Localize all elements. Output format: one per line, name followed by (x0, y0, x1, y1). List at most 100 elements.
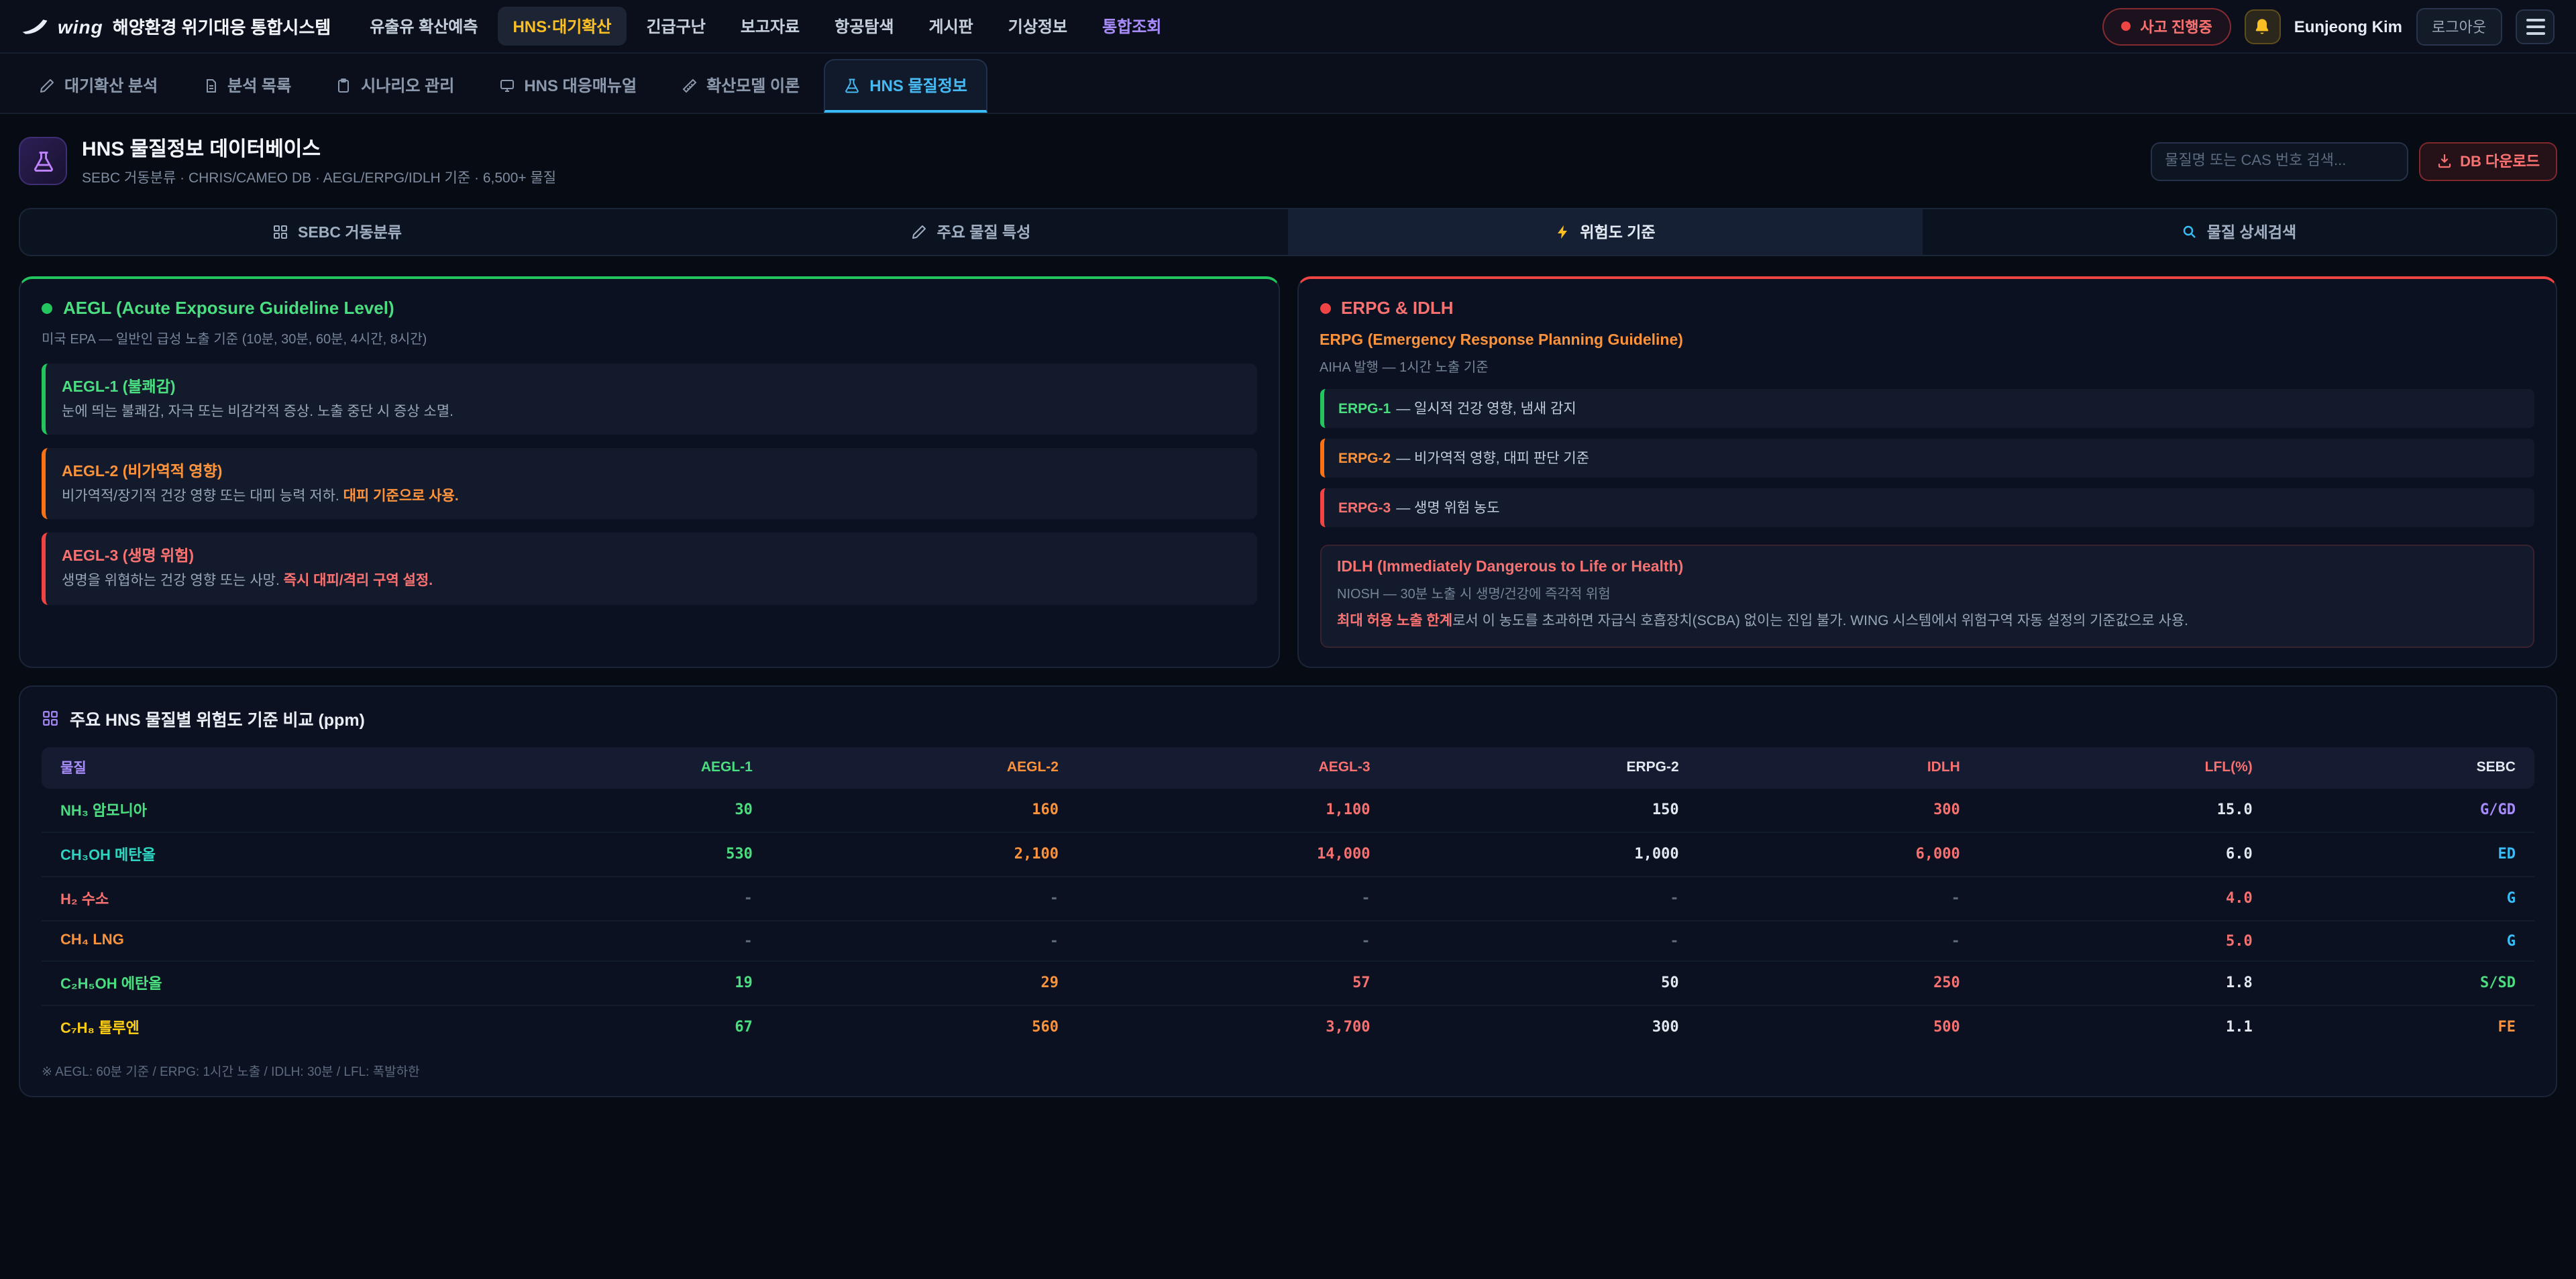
tab-risk-criteria[interactable]: 위험도 기준 (1288, 209, 1922, 255)
substance-name: H₂ 수소 (60, 892, 109, 908)
erpg-idlh-panel: ERPG & IDLH ERPG (Emergency Response Pla… (1297, 276, 2557, 668)
subtab-label: HNS 물질정보 (869, 74, 967, 97)
table-row[interactable]: CH₃OH 메탄올 530 2,100 14,000 1,000 6,000 6… (42, 832, 2534, 877)
subtab-hns-manual[interactable]: HNS 대응매뉴얼 (478, 59, 657, 113)
db-download-button[interactable]: DB 다운로드 (2418, 142, 2557, 180)
hamburger-menu-button[interactable] (2516, 9, 2555, 44)
aegl3-value: 1,100 (1326, 801, 1370, 819)
idlh-value: 6,000 (1916, 846, 1960, 863)
page-title: HNS 물질정보 데이터베이스 (82, 134, 556, 162)
top-navbar: wing 해양환경 위기대응 통합시스템 유출유 확산예측 HNS·대기확산 긴… (0, 0, 2576, 54)
aegl3-cell: - (1077, 877, 1389, 921)
table-footnote: ※ AEGL: 60분 기준 / ERPG: 1시간 노출 / IDLH: 30… (42, 1061, 2534, 1080)
aegl-level-3-card: AEGL-3 (생명 위험) 생명을 위협하는 건강 영향 또는 사망. 즉시 … (42, 533, 1256, 604)
substance-search-input[interactable] (2150, 142, 2408, 180)
nav-item-integrated-search[interactable]: 통합조회 (1087, 7, 1176, 46)
clipboard-icon (335, 77, 352, 93)
db-download-label: DB 다운로드 (2460, 150, 2540, 172)
aegl-panel-header: AEGL (Acute Exposure Guideline Level) (42, 298, 1256, 318)
erpg2-cell: 1,000 (1389, 832, 1698, 877)
lfl-cell: 4.0 (1979, 877, 2271, 921)
table-title: 주요 HNS 물질별 위험도 기준 비교 (ppm) (70, 706, 365, 731)
page-header-text: HNS 물질정보 데이터베이스 SEBC 거동분류 · CHRIS/CAMEO … (82, 134, 556, 188)
table-row[interactable]: C₂H₅OH 에탄올 19 29 57 50 250 1.8 S/SD (42, 961, 2534, 1005)
nav-item-weather[interactable]: 기상정보 (994, 7, 1082, 46)
tab-label: SEBC 거동분류 (298, 221, 402, 243)
sebc-class: G/GD (2480, 801, 2516, 819)
tab-substance-detail-search[interactable]: 물질 상세검색 (1922, 209, 2556, 255)
aegl3-cell: 14,000 (1077, 832, 1389, 877)
tab-sebc-classification[interactable]: SEBC 거동분류 (20, 209, 654, 255)
incident-status-badge[interactable]: 사고 진행중 (2102, 7, 2231, 45)
substance-cell: CH₄ LNG (42, 921, 466, 961)
table-row[interactable]: C₇H₈ 톨루엔 67 560 3,700 300 500 1.1 FE (42, 1005, 2534, 1049)
search-icon (2182, 224, 2198, 240)
aegl-panel-title: AEGL (Acute Exposure Guideline Level) (63, 298, 394, 318)
aegl-level-name: AEGL-3 (생명 위험) (62, 545, 1240, 567)
table-row[interactable]: H₂ 수소 - - - - - 4.0 G (42, 877, 2534, 921)
lfl-value: 1.8 (2226, 975, 2253, 992)
aegl2-value: 29 (1040, 975, 1059, 992)
aegl3-cell: 57 (1077, 961, 1389, 1005)
sebc-cell: FE (2271, 1005, 2534, 1049)
nav-item-reports[interactable]: 보고자료 (726, 7, 814, 46)
substance-cell: CH₃OH 메탄올 (42, 832, 466, 877)
logo-text: wing (58, 15, 103, 37)
aegl-level-desc: 눈에 띄는 불쾌감, 자극 또는 비감각적 증상. 노출 중단 시 증상 소멸. (62, 402, 1240, 423)
col-header-sebc: SEBC (2477, 760, 2516, 776)
table-row[interactable]: NH₃ 암모니아 30 160 1,100 150 300 15.0 G/GD (42, 789, 2534, 832)
substance-cell: NH₃ 암모니아 (42, 789, 466, 832)
flask-icon (844, 77, 860, 93)
col-header-aegl2: AEGL-2 (1007, 760, 1059, 776)
logout-button[interactable]: 로그아웃 (2416, 7, 2502, 45)
lfl-cell: 6.0 (1979, 832, 2271, 877)
subtab-dispersion-model-theory[interactable]: 확산모델 이론 (661, 59, 820, 113)
aegl1-value: - (744, 890, 753, 907)
subtab-scenario-management[interactable]: 시나리오 관리 (315, 59, 474, 113)
col-header-aegl3: AEGL-3 (1319, 760, 1371, 776)
bell-icon (2253, 17, 2272, 36)
aegl3-cell: - (1077, 921, 1389, 961)
erpg2-cell: - (1389, 921, 1698, 961)
idlh-cell: - (1698, 921, 1979, 961)
tab-substance-properties[interactable]: 주요 물질 특성 (654, 209, 1288, 255)
aegl2-value: 160 (1032, 801, 1059, 819)
erpg-panel-header: ERPG & IDLH (1320, 298, 2534, 318)
subtab-hns-substance-info[interactable]: HNS 물질정보 (824, 59, 987, 113)
download-icon (2436, 153, 2452, 169)
col-header-substance: 물질 (60, 761, 87, 777)
table-row[interactable]: CH₄ LNG - - - - - 5.0 G (42, 921, 2534, 961)
notification-bell-button[interactable] (2245, 9, 2281, 44)
aegl-level-1-card: AEGL-1 (불쾌감) 눈에 띄는 불쾌감, 자극 또는 비감각적 증상. 노… (42, 364, 1256, 435)
subtab-analysis-list[interactable]: 분석 목록 (182, 59, 311, 113)
nav-item-aerial-search[interactable]: 항공탐색 (820, 7, 908, 46)
subtab-dispersion-analysis[interactable]: 대기확산 분석 (19, 59, 178, 113)
aegl-panel: AEGL (Acute Exposure Guideline Level) 미국… (19, 276, 1279, 668)
nav-item-board[interactable]: 게시판 (914, 7, 988, 46)
erpg2-value: 150 (1652, 801, 1679, 819)
sebc-class: G (2507, 890, 2516, 907)
nav-item-rescue[interactable]: 긴급구난 (631, 7, 720, 46)
substance-cell: C₇H₈ 톨루엔 (42, 1005, 466, 1049)
idlh-value: - (1951, 890, 1960, 907)
aegl-level-desc: 생명을 위협하는 건강 영향 또는 사망. 즉시 대피/격리 구역 설정. (62, 572, 1240, 592)
sebc-class: S/SD (2480, 975, 2516, 992)
erpg-panel-title: ERPG & IDLH (1341, 298, 1454, 318)
erpg2-cell: - (1389, 877, 1698, 921)
user-name: Eunjeong Kim (2294, 17, 2402, 36)
substance-name: CH₃OH 메탄올 (60, 848, 156, 864)
subtab-label: 확산모델 이론 (706, 74, 800, 97)
aegl1-cell: - (466, 877, 771, 921)
brand[interactable]: wing 해양환경 위기대응 통합시스템 (21, 13, 331, 39)
hns-table-body: NH₃ 암모니아 30 160 1,100 150 300 15.0 G/GD … (42, 789, 2534, 1049)
substance-name: C₇H₈ 톨루엔 (60, 1021, 140, 1037)
substance-name: C₂H₅OH 에탄올 (60, 977, 162, 993)
subtab-label: 분석 목록 (227, 74, 291, 97)
erpg-level-3-row: ERPG-3— 생명 위험 농도 (1320, 488, 2534, 527)
nav-item-hns-dispersion[interactable]: HNS·대기확산 (498, 7, 626, 46)
monitor-icon (498, 77, 515, 93)
incident-dot-icon (2121, 21, 2131, 31)
aegl1-cell: 530 (466, 832, 771, 877)
nav-item-oil-spill[interactable]: 유출유 확산예측 (355, 7, 492, 46)
aegl1-value: 530 (726, 846, 753, 863)
